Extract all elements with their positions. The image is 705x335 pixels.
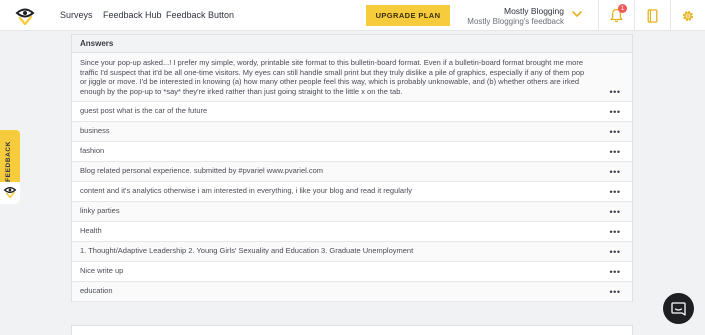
table-row: Health •••	[72, 222, 632, 242]
answer-text: 1. Thought/Adaptive Leadership 2. Young …	[80, 246, 414, 256]
table-row: Blog related personal experience. submit…	[72, 162, 632, 182]
chat-launcher[interactable]	[663, 293, 694, 324]
table-row: linky parties •••	[72, 202, 632, 222]
more-options-icon[interactable]: •••	[609, 108, 621, 117]
more-options-icon[interactable]: •••	[609, 128, 621, 137]
answers-rows: Since your pop-up asked...! I prefer my …	[72, 53, 632, 302]
answer-text: education	[80, 286, 113, 296]
more-options-icon[interactable]: •••	[609, 208, 621, 217]
answer-text: Since your pop-up asked...! I prefer my …	[80, 58, 585, 96]
answer-text: linky parties	[80, 206, 120, 216]
table-row: education •••	[72, 282, 632, 302]
more-options-icon[interactable]: •••	[609, 168, 621, 177]
answer-text: guest post what is the car of the future	[80, 106, 208, 116]
more-options-icon[interactable]: •••	[609, 88, 621, 97]
table-row: Since your pop-up asked...! I prefer my …	[72, 53, 632, 102]
account-switcher[interactable]: Mostly Blogging Mostly Blogging's feedba…	[467, 4, 588, 28]
gear-icon	[683, 10, 693, 21]
feedback-tab-label: FEEDBACK	[5, 141, 12, 182]
more-options-icon[interactable]: •••	[609, 248, 621, 257]
account-name: Mostly Blogging	[503, 6, 564, 16]
table-row: guest post what is the car of the future…	[72, 102, 632, 122]
answer-text: Blog related personal experience. submit…	[80, 166, 324, 176]
answers-table: Answers Since your pop-up asked...! I pr…	[71, 34, 633, 302]
table-row: 1. Thought/Adaptive Leadership 2. Young …	[72, 242, 632, 262]
more-options-icon[interactable]: •••	[609, 228, 621, 237]
answers-header: Answers	[72, 35, 632, 53]
chevron-down-icon	[572, 11, 582, 17]
notification-badge: 1	[618, 4, 627, 13]
answer-text: fashion	[80, 146, 105, 156]
top-bar: Surveys Feedback Hub Feedback Button UPG…	[0, 0, 705, 31]
answer-text: Nice write up	[80, 266, 124, 276]
answer-text: business	[80, 126, 110, 136]
more-options-icon[interactable]: •••	[609, 268, 621, 277]
nav-surveys[interactable]: Surveys	[60, 10, 93, 20]
settings-button[interactable]	[670, 0, 705, 31]
table-row: fashion •••	[72, 142, 632, 162]
guide-button[interactable]	[634, 0, 669, 31]
upgrade-plan-button[interactable]: UPGRADE PLAN	[366, 5, 450, 26]
chat-icon	[671, 301, 686, 316]
book-icon	[647, 8, 657, 23]
feedback-logo-icon	[3, 187, 17, 198]
account-feedback-label: Mostly Blogging's feedback	[467, 17, 564, 26]
more-options-icon[interactable]: •••	[609, 288, 621, 297]
table-row: content and it's analytics otherwise i a…	[72, 182, 632, 202]
more-options-icon[interactable]: •••	[609, 148, 621, 157]
logo-icon[interactable]	[15, 7, 35, 25]
next-panel	[71, 325, 633, 335]
table-row: Nice write up •••	[72, 262, 632, 282]
nav-feedback-hub[interactable]: Feedback Hub	[103, 10, 162, 20]
answer-text: Health	[80, 226, 102, 236]
more-options-icon[interactable]: •••	[609, 188, 621, 197]
nav-feedback-button[interactable]: Feedback Button	[166, 10, 234, 20]
answer-text: content and it's analytics otherwise i a…	[80, 186, 413, 196]
table-row: business •••	[72, 122, 632, 142]
notifications-button[interactable]: 1	[598, 0, 633, 31]
